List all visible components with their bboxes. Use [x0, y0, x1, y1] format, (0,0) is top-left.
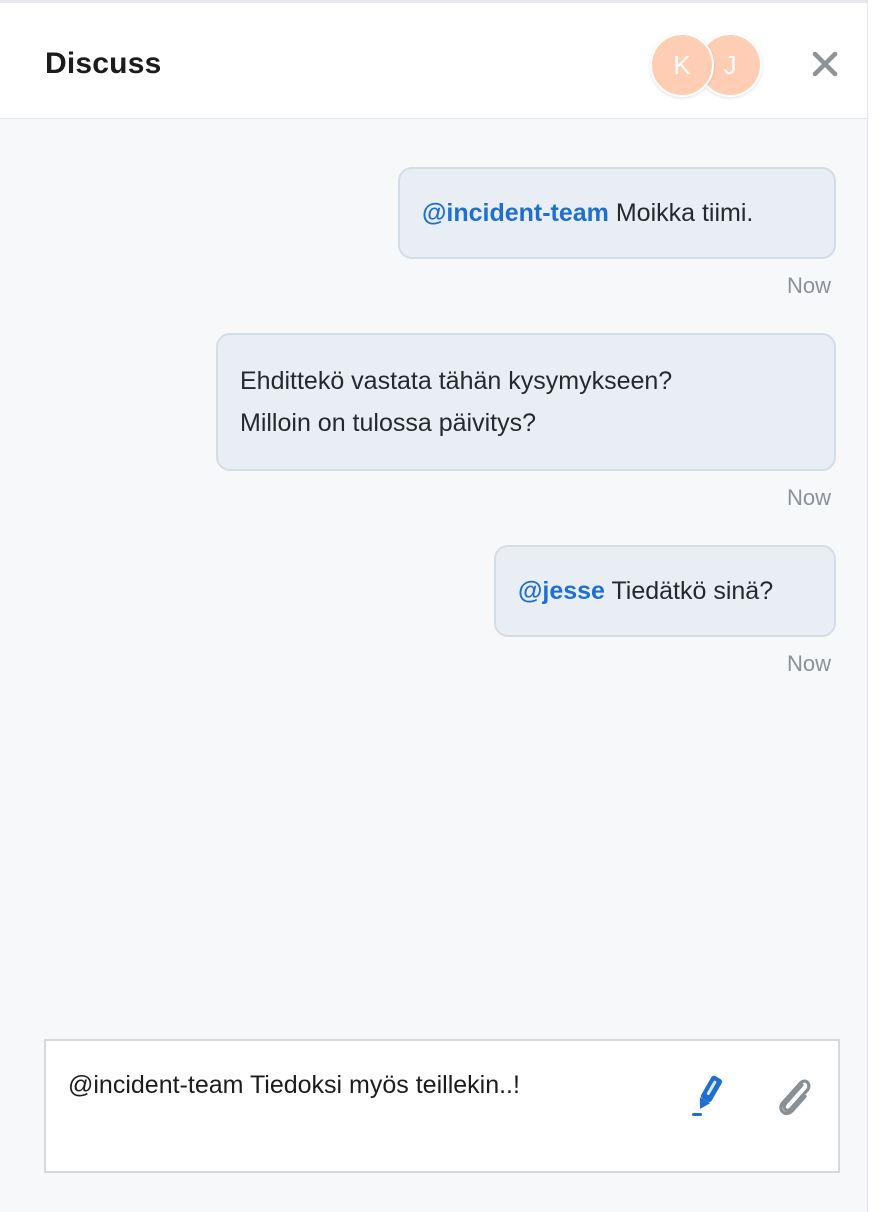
panel-title: Discuss	[45, 47, 162, 80]
message-timestamp: Now	[786, 485, 831, 510]
message-composer[interactable]: @incident-team Tiedoksi myös teillekin..…	[44, 1039, 840, 1173]
message-text: Tiedätkö sinä?	[604, 577, 774, 605]
message-timestamp: Now	[786, 273, 831, 298]
message-text: Milloin on tulossa päivitys?	[240, 409, 536, 437]
message-bubble: @incident-team Moikka tiimi.	[398, 167, 836, 259]
message-bubble: @jesse Tiedätkö sinä?	[494, 545, 836, 637]
paperclip-icon	[779, 1079, 811, 1116]
mention-link[interactable]: @jesse	[518, 577, 605, 605]
discuss-panel: Discuss K J @incident-team Moikka tiimi.…	[0, 0, 868, 1212]
composer-input[interactable]: @incident-team Tiedoksi myös teillekin..…	[68, 1071, 520, 1100]
attach-button[interactable]	[772, 1071, 816, 1119]
mention-link[interactable]: @incident-team	[422, 199, 609, 227]
close-button[interactable]	[808, 47, 842, 81]
message-text: Moikka tiimi.	[608, 199, 754, 227]
participant-avatars: K J	[650, 33, 770, 99]
message-timestamp: Now	[786, 651, 831, 676]
panel-header: Discuss K J	[0, 3, 867, 119]
pen-button[interactable]	[688, 1071, 728, 1119]
message-text: Ehdittekö vastata tähän kysymykseen?	[240, 367, 673, 395]
close-icon	[812, 51, 838, 77]
avatar[interactable]: K	[650, 33, 714, 97]
message-bubble: Ehdittekö vastata tähän kysymykseen? Mil…	[216, 333, 836, 471]
pen-icon	[692, 1075, 723, 1116]
